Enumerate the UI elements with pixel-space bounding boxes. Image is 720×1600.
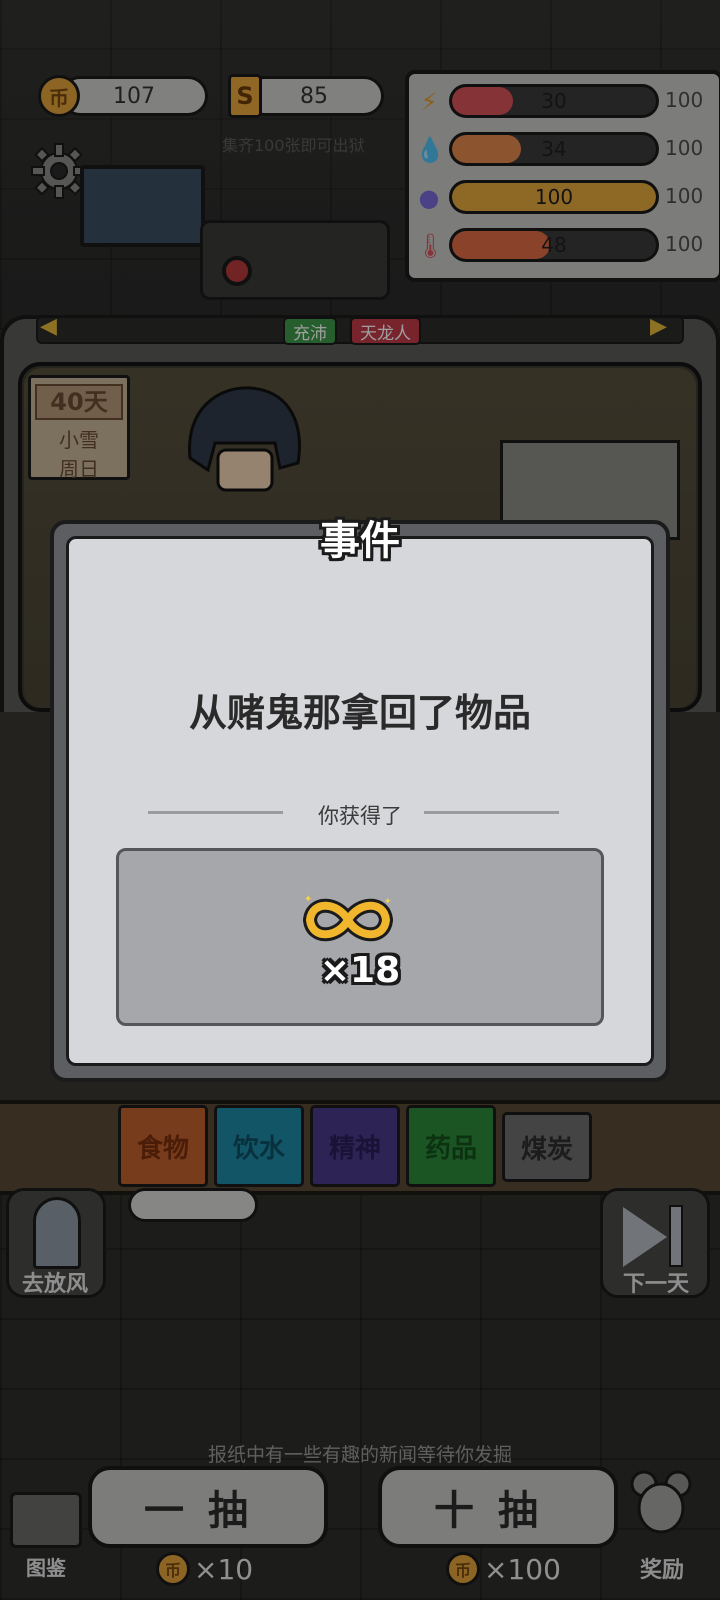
svg-text:✦: ✦	[304, 894, 312, 905]
reward-heading: 你获得了	[318, 804, 402, 828]
svg-text:✦: ✦	[384, 897, 392, 907]
reward-count: ×18	[319, 950, 401, 991]
dialog-title: 事件	[320, 518, 400, 564]
infinity-item-icon[interactable]: ✦ ✦	[300, 892, 396, 948]
event-message: 从赌鬼那拿回了物品	[188, 691, 531, 735]
